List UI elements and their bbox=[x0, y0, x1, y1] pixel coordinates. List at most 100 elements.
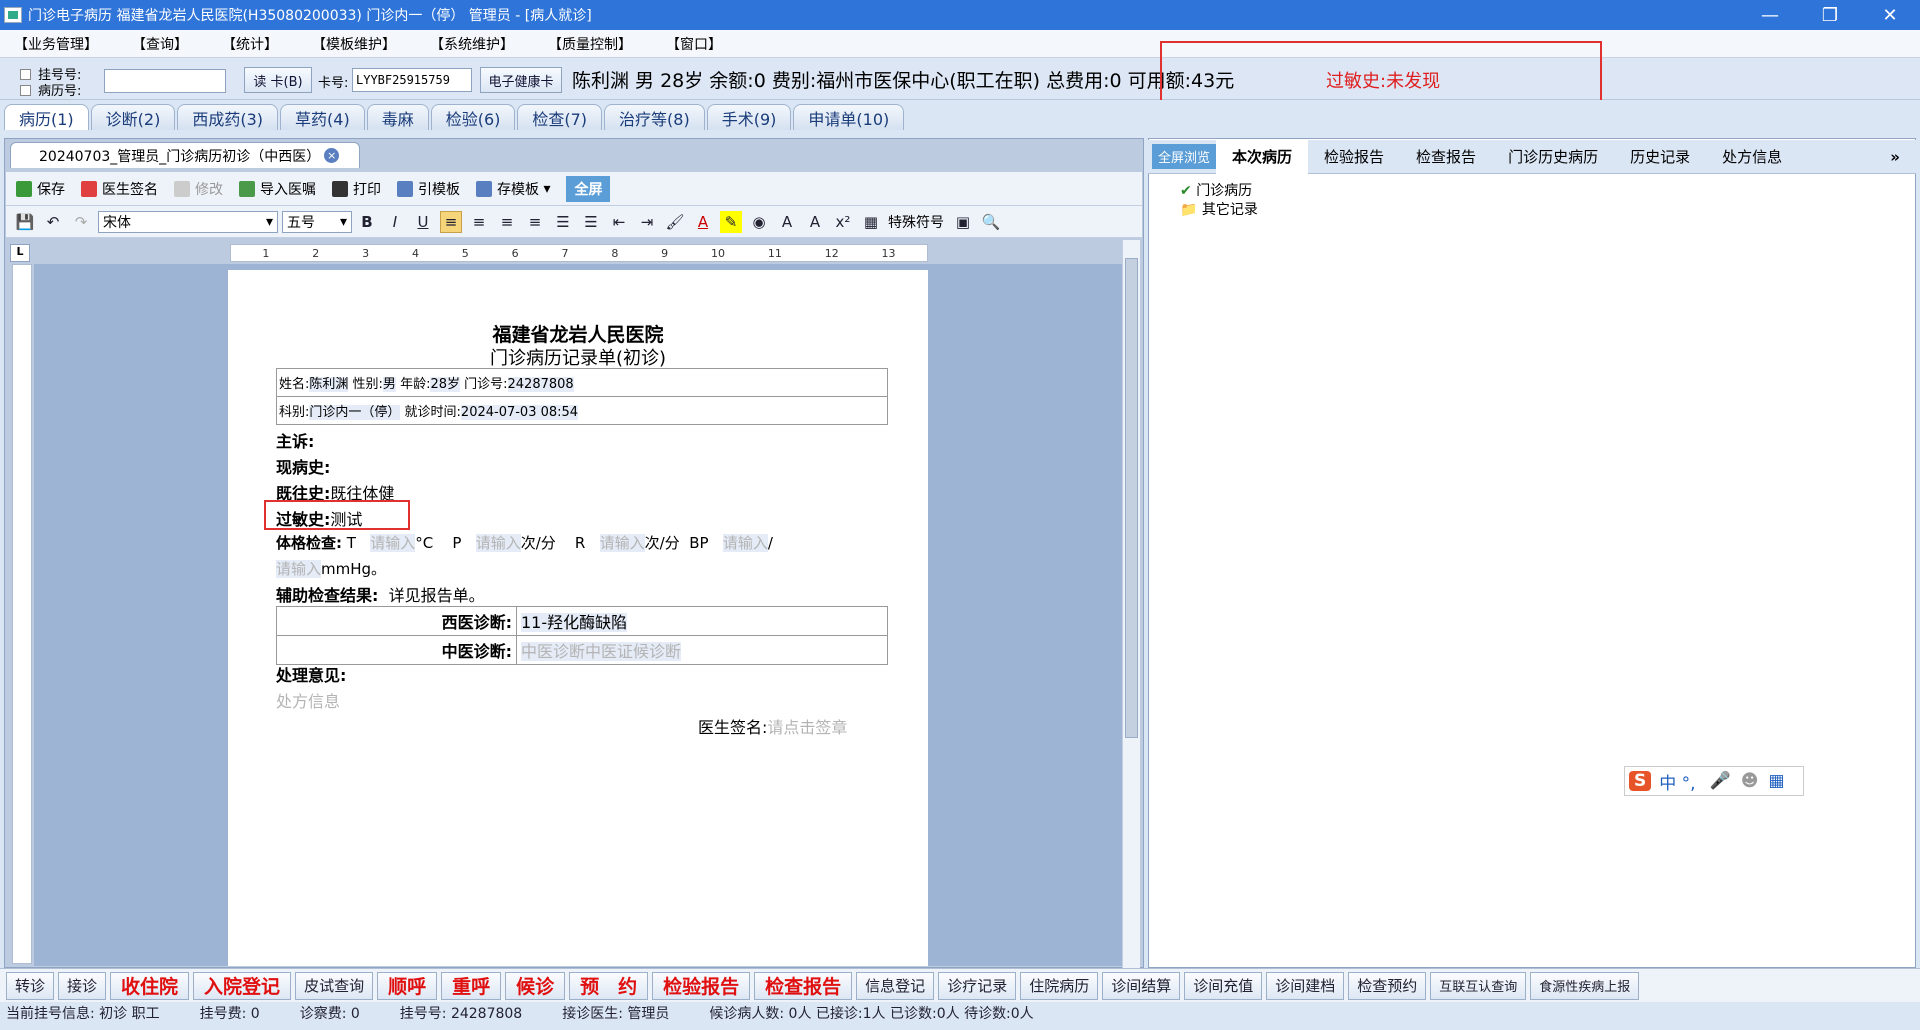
save-button[interactable]: 保存 bbox=[16, 179, 65, 199]
tcm-diagnosis-input[interactable]: 中医诊断中医证候诊断 bbox=[521, 642, 682, 661]
pulse-input[interactable]: 请输入 bbox=[475, 534, 521, 552]
sign-button[interactable]: 医生签名 bbox=[81, 179, 158, 199]
superscript-icon[interactable]: x² bbox=[832, 211, 854, 233]
tab-record[interactable]: 病历(1) bbox=[4, 104, 89, 130]
format-painter-icon[interactable]: 🖌 bbox=[664, 211, 686, 233]
ime-mode[interactable]: 中 °, bbox=[1659, 769, 1695, 794]
reg-checkbox[interactable] bbox=[20, 69, 31, 80]
ime-toolbar[interactable]: S 中 °, 🎤 ☻ ▦ bbox=[1624, 766, 1804, 796]
action-button[interactable]: 信息登记 bbox=[856, 971, 935, 1000]
tab-surgery[interactable]: 手术(9) bbox=[706, 104, 792, 130]
save-disk-icon[interactable]: 💾 bbox=[14, 211, 36, 233]
action-button[interactable]: 互联互认查询 bbox=[1430, 971, 1527, 1000]
tree-node-other-records[interactable]: 📁 其它记录 bbox=[1180, 199, 1258, 219]
underline-icon[interactable]: U bbox=[412, 211, 434, 233]
action-button[interactable]: 转诊 bbox=[6, 971, 55, 1000]
bp-diastolic-input[interactable]: 请输入 bbox=[276, 560, 322, 578]
fullscreen-button[interactable]: 全屏 bbox=[566, 175, 611, 202]
undo-icon[interactable]: ↶ bbox=[42, 211, 64, 233]
minimize-button[interactable]: — bbox=[1740, 0, 1800, 30]
wm-diagnosis-value[interactable]: 11-羟化酶缺陷 bbox=[521, 613, 628, 632]
tab-narcotic[interactable]: 毒麻 bbox=[366, 104, 429, 130]
temperature-input[interactable]: 请输入 bbox=[370, 534, 416, 552]
indent-icon[interactable]: ⇥ bbox=[636, 211, 658, 233]
ruler-corner[interactable]: L bbox=[10, 244, 30, 262]
auxiliary-exam[interactable]: 辅助检查结果: 详见报告单。 bbox=[276, 582, 485, 606]
tab-prescription-info[interactable]: 处方信息 bbox=[1706, 146, 1798, 167]
action-button[interactable]: 诊疗记录 bbox=[938, 971, 1017, 1000]
tree-node-outpatient-record[interactable]: ✔ 门诊病历 bbox=[1180, 180, 1252, 200]
tab-scroll-right-icon[interactable]: » bbox=[1874, 148, 1916, 166]
doctor-signature[interactable]: 医生签名:请点击签章 bbox=[698, 714, 847, 738]
action-button[interactable]: 诊间建档 bbox=[1266, 971, 1345, 1000]
action-button[interactable]: 诊间充值 bbox=[1184, 971, 1263, 1000]
chief-complaint-label[interactable]: 主诉: bbox=[276, 428, 314, 452]
action-button[interactable]: 皮试查询 bbox=[295, 971, 374, 1000]
record-checkbox[interactable] bbox=[20, 85, 31, 96]
action-button[interactable]: 住院病历 bbox=[1020, 971, 1099, 1000]
action-button[interactable]: 检查预约 bbox=[1348, 971, 1427, 1000]
justify-icon[interactable]: ≡ bbox=[524, 211, 546, 233]
save-template-button[interactable]: 存模板 ▾ bbox=[476, 179, 550, 199]
close-tab-icon[interactable]: × bbox=[324, 148, 340, 163]
patient-name[interactable]: 陈利渊 bbox=[309, 377, 349, 392]
action-button[interactable]: 诊间结算 bbox=[1102, 971, 1181, 1000]
patient-sex[interactable]: 男 bbox=[382, 377, 396, 392]
tab-exam-report[interactable]: 检查报告 bbox=[1400, 146, 1492, 167]
tab-western-medicine[interactable]: 西成药(3) bbox=[177, 104, 279, 130]
tab-current-record[interactable]: 本次病历 bbox=[1216, 139, 1309, 174]
physical-exam[interactable]: 体格检查: T 请输入°C P 请输入次/分 R 请输入次/分 BP 请输入/ bbox=[276, 532, 773, 553]
bullet-list-icon[interactable]: ☰ bbox=[580, 211, 602, 233]
highlight-icon[interactable]: ✎ bbox=[720, 210, 742, 233]
bp-line[interactable]: 请输入mmHg。 bbox=[276, 558, 386, 579]
shrink-font-icon[interactable]: A bbox=[804, 211, 826, 233]
tab-lab[interactable]: 检验(6) bbox=[430, 104, 516, 130]
menu-business[interactable]: 【业务管理】 bbox=[14, 34, 98, 54]
action-button[interactable]: 重呼 bbox=[441, 971, 502, 1000]
font-color-icon[interactable]: A bbox=[692, 211, 714, 233]
font-select[interactable]: 宋体 ▾ bbox=[98, 210, 278, 233]
menu-quality[interactable]: 【质量控制】 bbox=[548, 34, 632, 54]
tab-exam[interactable]: 检查(7) bbox=[517, 104, 603, 130]
align-center-icon[interactable]: ≡ bbox=[468, 211, 490, 233]
outdent-icon[interactable]: ⇤ bbox=[608, 211, 630, 233]
fullscreen-browse-button[interactable]: 全屏浏览 bbox=[1152, 144, 1217, 169]
action-button[interactable]: 接诊 bbox=[58, 971, 107, 1000]
action-button[interactable]: 预 约 bbox=[569, 971, 649, 1000]
edit-button[interactable]: 修改 bbox=[174, 179, 223, 199]
italic-icon[interactable]: I bbox=[384, 211, 406, 233]
load-template-button[interactable]: 引模板 bbox=[397, 179, 460, 199]
bp-systolic-input[interactable]: 请输入 bbox=[722, 534, 768, 552]
ehealth-card-button[interactable]: 电子健康卡 bbox=[480, 67, 562, 93]
action-button[interactable]: 候诊 bbox=[505, 971, 566, 1000]
align-left-icon[interactable]: ≡ bbox=[440, 210, 462, 233]
document-tab[interactable]: 20240703_管理员_门诊病历初诊（中西医） × bbox=[10, 142, 360, 168]
menu-window[interactable]: 【窗口】 bbox=[666, 34, 722, 54]
close-button[interactable]: ✕ bbox=[1860, 0, 1920, 30]
department[interactable]: 门诊内一（停） bbox=[309, 405, 401, 420]
tab-treatment[interactable]: 治疗等(8) bbox=[604, 104, 705, 130]
action-button[interactable]: 顺呼 bbox=[377, 971, 438, 1000]
menu-system[interactable]: 【系统维护】 bbox=[430, 34, 514, 54]
card-number-input[interactable]: LYYBF25915759 bbox=[352, 68, 472, 92]
outpatient-number[interactable]: 24287808 bbox=[507, 377, 574, 392]
action-button[interactable]: 检查报告 bbox=[754, 971, 853, 1000]
patient-age[interactable]: 28岁 bbox=[430, 377, 460, 392]
insert-icon[interactable]: ▣ bbox=[952, 211, 974, 233]
tab-herbal[interactable]: 草药(4) bbox=[280, 104, 365, 130]
visit-time[interactable]: 2024-07-03 08:54 bbox=[460, 405, 579, 420]
restore-button[interactable]: ❐ bbox=[1800, 0, 1860, 30]
treatment-label[interactable]: 处理意见: bbox=[276, 662, 346, 686]
font-size-select[interactable]: 五号 ▾ bbox=[282, 210, 352, 233]
menu-query[interactable]: 【查询】 bbox=[132, 34, 188, 54]
tab-history-records[interactable]: 门诊历史病历 bbox=[1492, 146, 1614, 167]
action-button[interactable]: 入院登记 bbox=[193, 971, 292, 1000]
redo-icon[interactable]: ↷ bbox=[70, 211, 92, 233]
scrollbar-thumb[interactable] bbox=[1125, 258, 1138, 738]
grow-font-icon[interactable]: A bbox=[776, 211, 798, 233]
fill-color-icon[interactable]: ◉ bbox=[748, 211, 770, 233]
read-card-button[interactable]: 读 卡(B) bbox=[244, 67, 312, 93]
search-icon[interactable]: 🔍 bbox=[980, 211, 1002, 233]
align-right-icon[interactable]: ≡ bbox=[496, 211, 518, 233]
microphone-icon[interactable]: 🎤 bbox=[1710, 771, 1731, 791]
